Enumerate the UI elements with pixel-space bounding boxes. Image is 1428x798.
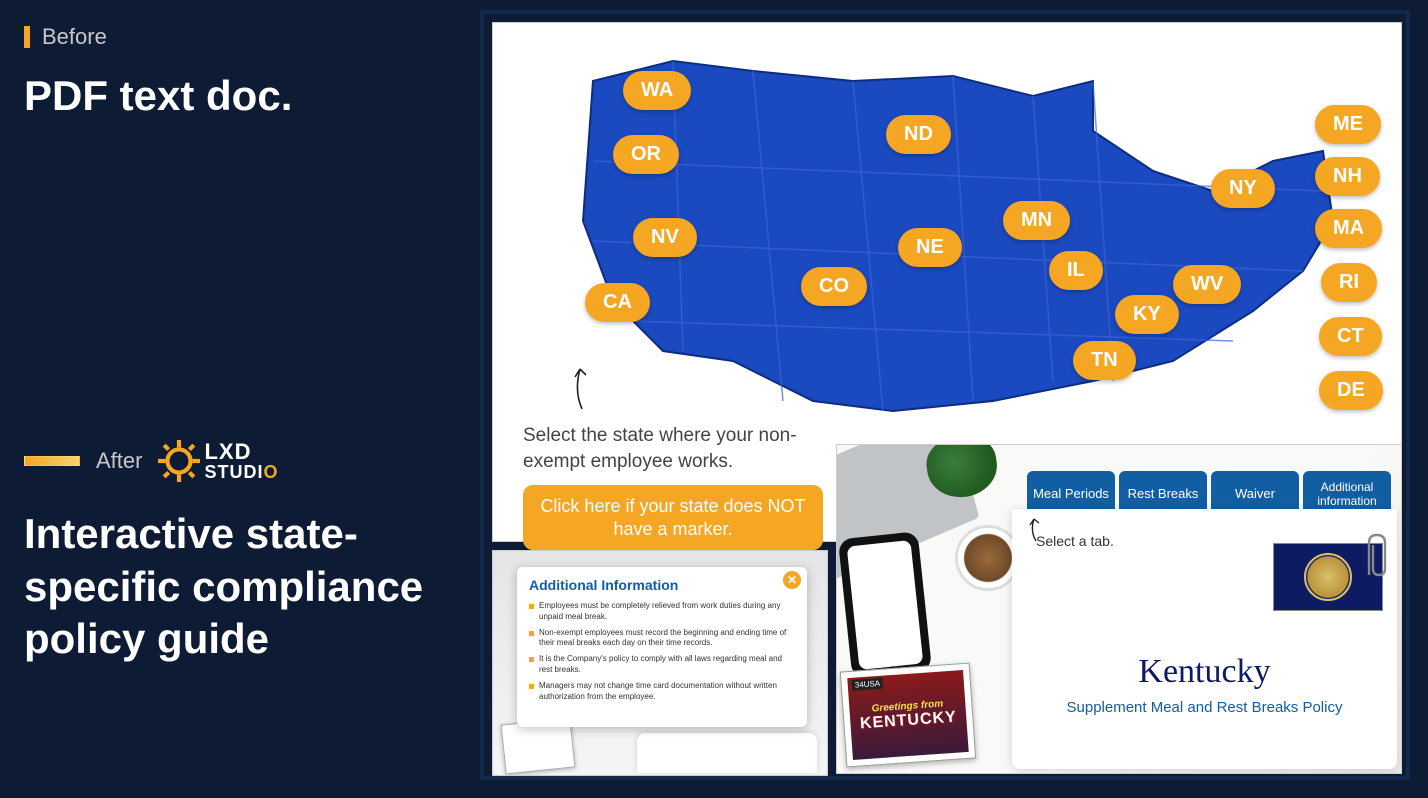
hand-arrow-icon — [568, 363, 590, 411]
addl-bullet: Managers may not change time card docume… — [529, 681, 795, 703]
after-swatch-icon — [24, 456, 80, 466]
before-label: Before — [24, 24, 464, 50]
state-name-heading: Kentucky — [1030, 653, 1379, 691]
flag-seal-icon — [1304, 553, 1352, 601]
state-subtitle: Supplement Meal and Rest Breaks Policy — [1030, 699, 1379, 716]
state-badge-me[interactable]: ME — [1315, 105, 1381, 144]
state-badge-wv[interactable]: WV — [1173, 265, 1241, 304]
close-icon[interactable]: ✕ — [783, 571, 801, 589]
state-badge-il[interactable]: IL — [1049, 251, 1103, 290]
showcase-frame: WA OR ND NV NE MN CO CA IL NY WV KY TN M… — [480, 10, 1410, 780]
gear-icon — [158, 440, 200, 482]
addl-bullet: Employees must be completely relieved fr… — [529, 601, 795, 623]
addl-bullet: Non-exempt employees must record the beg… — [529, 628, 795, 650]
tab-content: Select a tab. Kentucky Supplement Meal a… — [1012, 509, 1397, 769]
state-badge-ct[interactable]: CT — [1319, 317, 1382, 356]
state-badge-ky[interactable]: KY — [1115, 295, 1179, 334]
state-badge-ca[interactable]: CA — [585, 283, 650, 322]
state-badge-mn[interactable]: MN — [1003, 201, 1070, 240]
state-badge-nv[interactable]: NV — [633, 218, 697, 257]
lxd-studio-logo: LXD STUDIO — [158, 440, 278, 482]
phone-icon — [838, 531, 932, 679]
after-title: Interactive state-specific compliance po… — [24, 508, 444, 666]
before-label-text: Before — [42, 24, 107, 50]
additional-info-panel: ✕ Additional Information Employees must … — [492, 550, 828, 776]
additional-info-title: Additional Information — [529, 577, 795, 593]
state-detail-panel: 34USA Greetings from KENTUCKY Meal Perio… — [836, 444, 1402, 774]
state-badge-ny[interactable]: NY — [1211, 169, 1275, 208]
stamp-price: 34USA — [851, 678, 883, 691]
card-edge-icon — [637, 733, 817, 773]
state-badge-tn[interactable]: TN — [1073, 341, 1136, 380]
state-badge-ri[interactable]: RI — [1321, 263, 1377, 302]
postage-stamp: 34USA Greetings from KENTUCKY — [840, 663, 976, 768]
state-badge-or[interactable]: OR — [613, 135, 679, 174]
map-instruction: Select the state where your non-exempt e… — [523, 423, 813, 474]
state-badge-nd[interactable]: ND — [886, 115, 951, 154]
hand-arrow-icon — [1024, 515, 1044, 543]
state-badge-ma[interactable]: MA — [1315, 209, 1382, 248]
additional-info-card: ✕ Additional Information Employees must … — [517, 567, 807, 727]
after-row: After LXD STUDIO — [24, 440, 464, 482]
state-badge-de[interactable]: DE — [1319, 371, 1383, 410]
logo-line1: LXD — [204, 441, 278, 463]
state-badge-wa[interactable]: WA — [623, 71, 691, 110]
state-badge-nh[interactable]: NH — [1315, 157, 1380, 196]
after-label: After — [96, 448, 142, 474]
no-marker-button[interactable]: Click here if your state does NOT have a… — [523, 485, 823, 550]
paperclip-icon — [1361, 531, 1389, 581]
before-title: PDF text doc. — [24, 72, 464, 120]
state-badge-ne[interactable]: NE — [898, 228, 962, 267]
addl-bullet: It is the Company's policy to comply wit… — [529, 654, 795, 676]
logo-line2: STUDIO — [204, 463, 278, 481]
state-badge-co[interactable]: CO — [801, 267, 867, 306]
